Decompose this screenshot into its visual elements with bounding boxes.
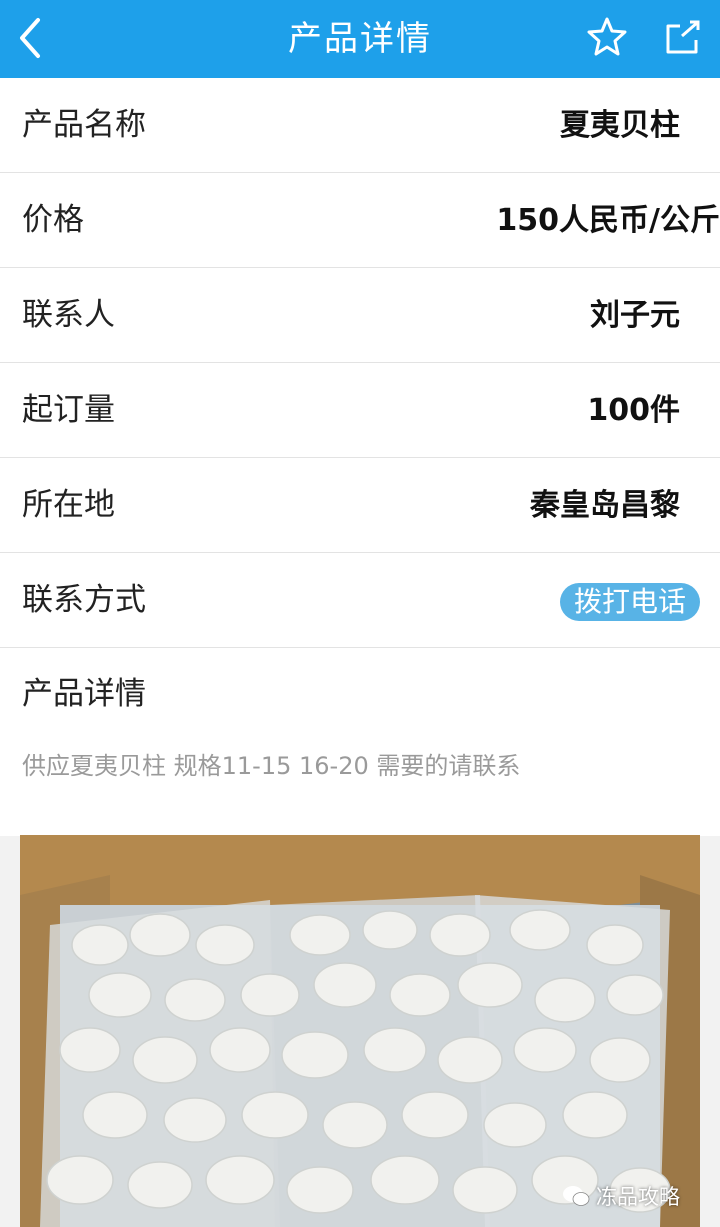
product-photo: 冻品攻略: [20, 835, 700, 1227]
detail-text: 供应夏夷贝柱 规格11-15 16-20 需要的请联系: [22, 752, 521, 780]
field-label: 产品名称: [22, 107, 146, 143]
product-photo-illustration: [20, 835, 700, 1227]
field-row-min-order: 起订量 100件: [0, 363, 720, 458]
field-value: 100件: [587, 393, 680, 428]
call-button[interactable]: 拨打电话: [559, 583, 700, 621]
product-detail-section: 产品详情 供应夏夷贝柱 规格11-15 16-20 需要的请联系: [0, 648, 720, 836]
wechat-icon: [563, 1186, 590, 1206]
field-label: 所在地: [22, 487, 115, 523]
field-row-name: 产品名称 夏夷贝柱: [0, 78, 720, 173]
watermark-text: 冻品攻略: [596, 1185, 680, 1209]
field-row-location: 所在地 秦皇岛昌黎: [0, 458, 720, 553]
field-value: 150人民币/公斤: [496, 203, 720, 238]
field-label: 价格: [22, 202, 84, 238]
watermark: 冻品攻略: [562, 1181, 680, 1211]
field-row-price: 价格 150人民币/公斤: [0, 173, 720, 268]
field-value: 刘子元: [590, 298, 680, 333]
top-bar: 产品详情: [0, 0, 720, 78]
field-label: 联系方式: [22, 582, 146, 618]
field-value: 秦皇岛昌黎: [530, 488, 680, 523]
product-info-list: 产品名称 夏夷贝柱 价格 150人民币/公斤 联系人 刘子元 起订量 100件 …: [0, 78, 720, 836]
field-row-contact-method: 联系方式 拨打电话: [0, 553, 720, 648]
star-icon[interactable]: [584, 14, 630, 60]
detail-title: 产品详情: [22, 676, 146, 712]
field-row-contact-person: 联系人 刘子元: [0, 268, 720, 363]
field-label: 起订量: [22, 392, 115, 428]
field-label: 联系人: [22, 297, 115, 333]
field-value: 夏夷贝柱: [560, 108, 680, 143]
share-icon[interactable]: [660, 14, 706, 60]
